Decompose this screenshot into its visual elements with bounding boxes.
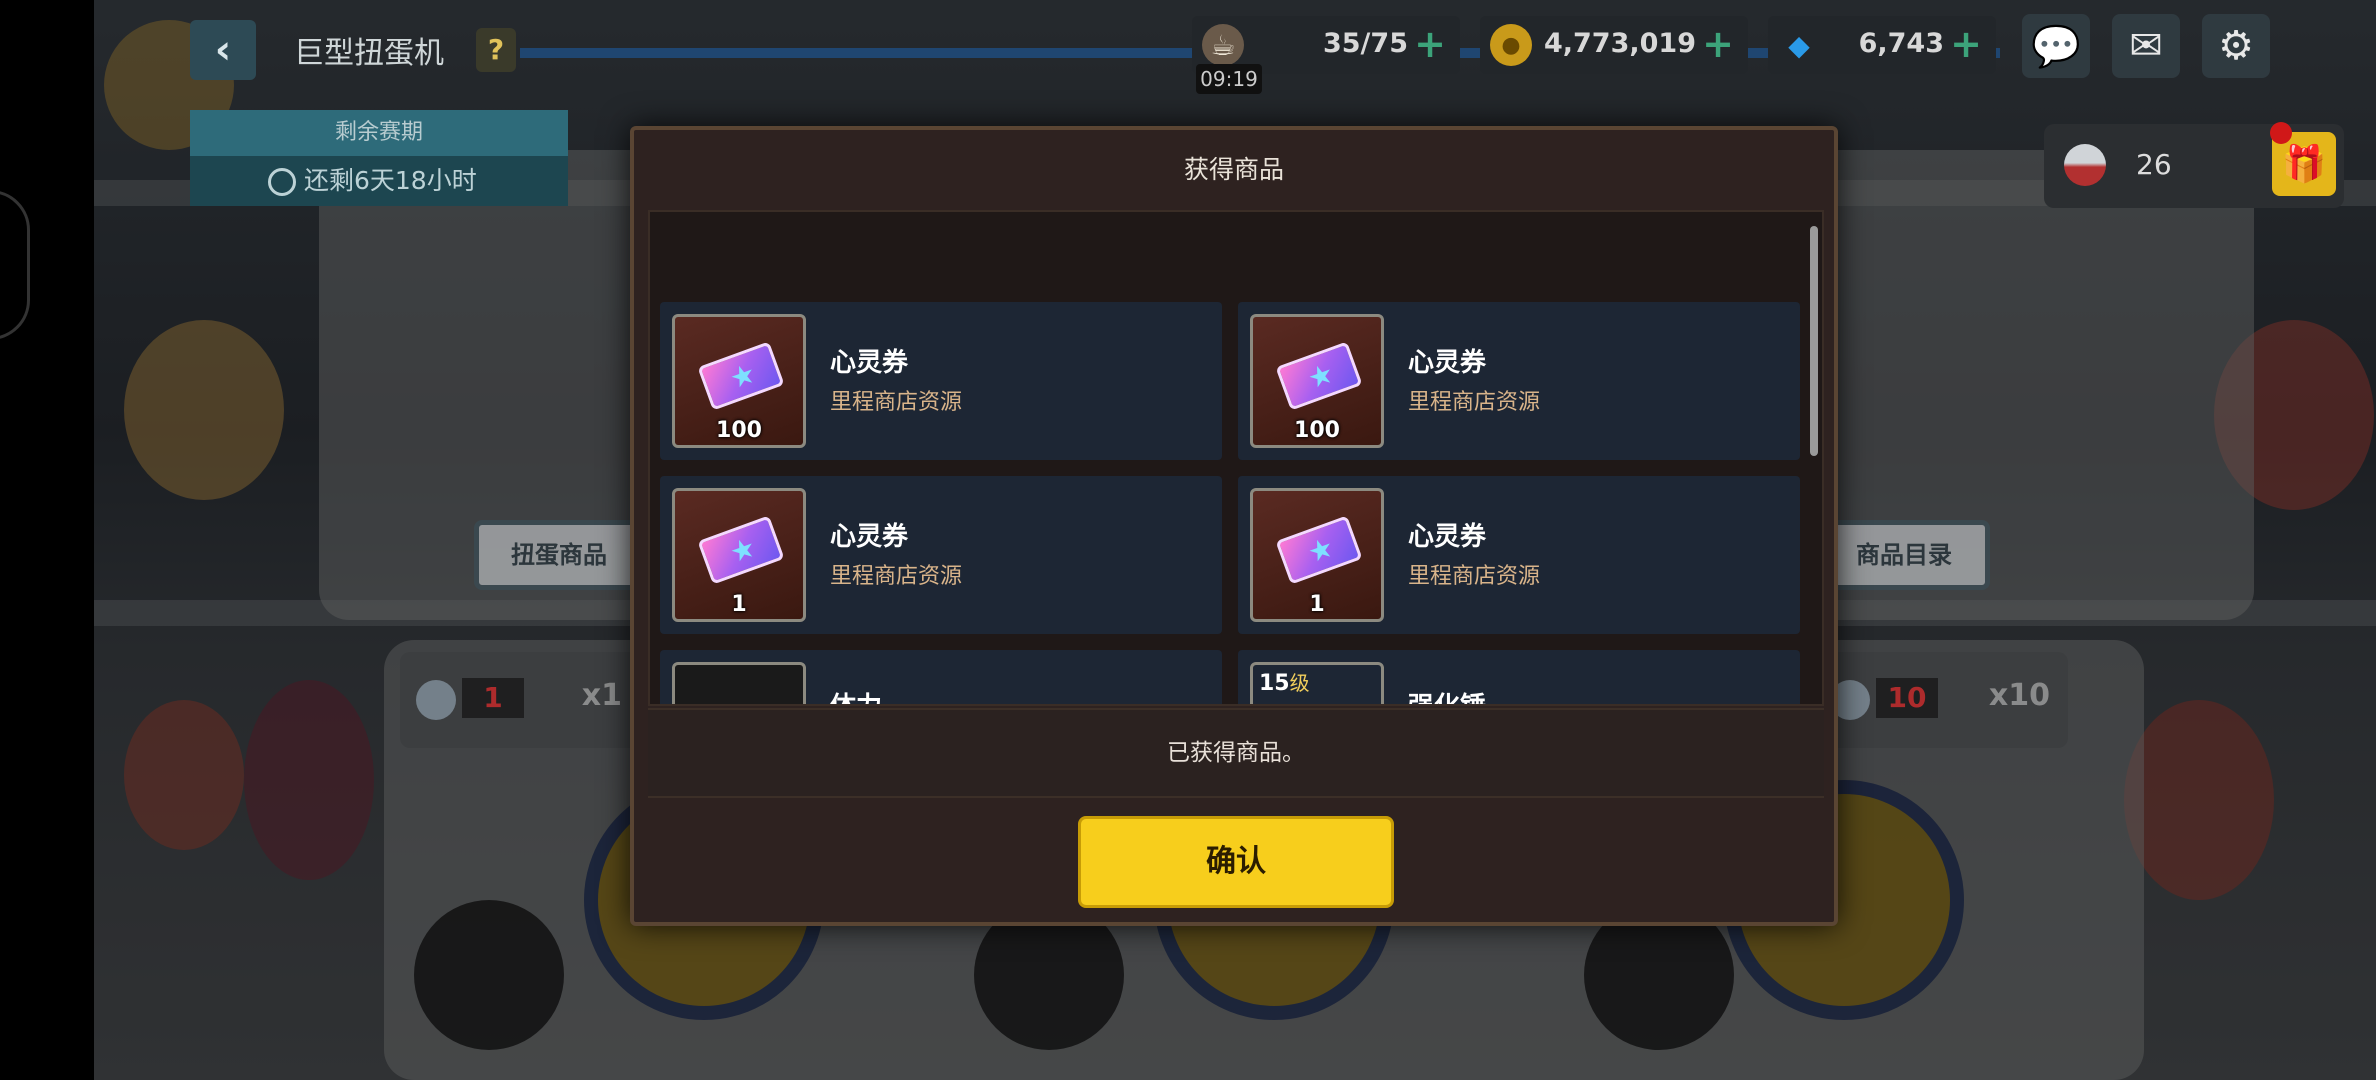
list-item: 1 心灵券 里程商店资源 (660, 476, 1222, 634)
single-pull-counter: 1 x1 (400, 652, 640, 748)
add-gold-button[interactable]: + (1702, 22, 1734, 66)
gem-value: 6,743 (1858, 28, 1944, 59)
mind-ticket-icon (697, 341, 785, 411)
item-name: 心灵券 (830, 522, 909, 552)
mind-ticket-icon (1275, 515, 1363, 585)
gold-value: 4,773,019 (1543, 28, 1696, 59)
dialog-title: 获得商品 (1183, 155, 1284, 184)
chat-button[interactable]: 💬 (2022, 14, 2090, 78)
item-level-value: 15 (1259, 671, 1290, 696)
ten-pull-multiplier: x10 (1988, 678, 2050, 713)
envelope-icon: ✉ (2129, 23, 2163, 69)
list-scrollbar[interactable] (1810, 226, 1818, 456)
item-description: 里程商店资源 (830, 390, 963, 415)
item-thumbnail: 15级 (1250, 662, 1384, 704)
item-quantity: 1 (731, 592, 747, 617)
ten-pull-cost: 10 (1876, 678, 1938, 718)
capsule-ball-icon (2064, 144, 2106, 186)
season-time-row: 还剩6天18小时 (190, 156, 568, 206)
item-level: 15级 (1259, 667, 1310, 696)
gold-counter: ● 4,773,019 + (1480, 16, 1748, 74)
mind-ticket-icon (1275, 341, 1363, 411)
notification-dot (2270, 122, 2292, 144)
item-name: 心灵券 (1408, 522, 1487, 552)
gold-coin-icon: ● (1490, 24, 1532, 66)
coffee-cup-icon: ☕ (1202, 24, 1244, 66)
gacha-products-label: 扭蛋商品 (511, 541, 607, 569)
item-description: 里程商店资源 (1408, 564, 1541, 589)
item-thumbnail (672, 662, 806, 704)
gacha-products-button: 扭蛋商品 (474, 520, 644, 590)
list-item: 体力 (660, 650, 1222, 704)
item-thumbnail: 1 (1250, 488, 1384, 622)
item-name: 强化锤 (1408, 686, 1486, 704)
page-title: 巨型扭蛋机 (294, 36, 444, 71)
stamina-timer: 09:19 (1196, 64, 1262, 94)
item-thumbnail: 100 (672, 314, 806, 448)
season-remaining: 还剩6天18小时 (304, 166, 477, 195)
screen-edge (0, 0, 94, 1080)
item-quantity: 100 (1294, 418, 1340, 443)
single-pull-cost: 1 (462, 678, 524, 718)
gear-icon: ⚙ (2218, 23, 2254, 69)
single-pull-multiplier: x1 (581, 678, 622, 713)
item-thumbnail: 100 (1250, 314, 1384, 448)
obtained-items-list[interactable]: 100 心灵券 里程商店资源 100 心灵券 里程商店资源 1 心灵券 里程商店… (648, 210, 1824, 706)
list-item: 100 心灵券 里程商店资源 (660, 302, 1222, 460)
settings-button[interactable]: ⚙ (2202, 14, 2270, 78)
item-thumbnail: 1 (672, 488, 806, 622)
item-description: 里程商店资源 (1408, 390, 1541, 415)
back-button[interactable]: ‹ (190, 20, 256, 80)
add-gems-button[interactable]: + (1950, 22, 1982, 66)
chevron-left-icon: ‹ (214, 27, 232, 73)
obtained-message: 已获得商品。 (648, 708, 1824, 798)
gem-counter: ◆ 6,743 + (1768, 16, 1996, 74)
catalog-button: 商品目录 (1818, 520, 1990, 590)
help-button[interactable]: ? (476, 28, 516, 72)
item-quantity: 100 (716, 418, 762, 443)
mind-ticket-icon (697, 515, 785, 585)
list-item: 15级 强化锤 (1238, 650, 1800, 704)
item-level-unit: 级 (1289, 671, 1310, 695)
capsule-count: 26 (2136, 148, 2172, 181)
chat-bubble-icon: 💬 (2031, 23, 2081, 70)
list-item: 1 心灵券 里程商店资源 (1238, 476, 1800, 634)
clock-icon (268, 168, 296, 196)
item-quantity: 1 (1309, 592, 1325, 617)
gift-box-icon: 🎁 (2281, 144, 2327, 185)
ticket-coin-icon (416, 680, 456, 720)
add-stamina-button[interactable]: + (1414, 22, 1446, 66)
stamina-value: 35/75 (1322, 28, 1408, 59)
item-description: 里程商店资源 (830, 564, 963, 589)
item-name: 心灵券 (1408, 348, 1487, 378)
obtained-items-dialog: 获得商品 100 心灵券 里程商店资源 100 心灵券 里程商店资源 1 心灵券… (630, 126, 1838, 926)
list-item: 100 心灵券 里程商店资源 (1238, 302, 1800, 460)
item-name: 心灵券 (830, 348, 909, 378)
confirm-button[interactable]: 确认 (1078, 816, 1394, 908)
catalog-label: 商品目录 (1856, 541, 1952, 569)
camera-notch (0, 190, 30, 340)
mail-button[interactable]: ✉ (2112, 14, 2180, 78)
diamond-icon: ◆ (1788, 28, 1810, 62)
ten-pull-counter: 10 x10 (1818, 652, 2068, 748)
item-name: 体力 (830, 686, 882, 704)
season-panel: 剩余赛期 还剩6天18小时 (190, 110, 568, 206)
season-label: 剩余赛期 (190, 110, 568, 156)
